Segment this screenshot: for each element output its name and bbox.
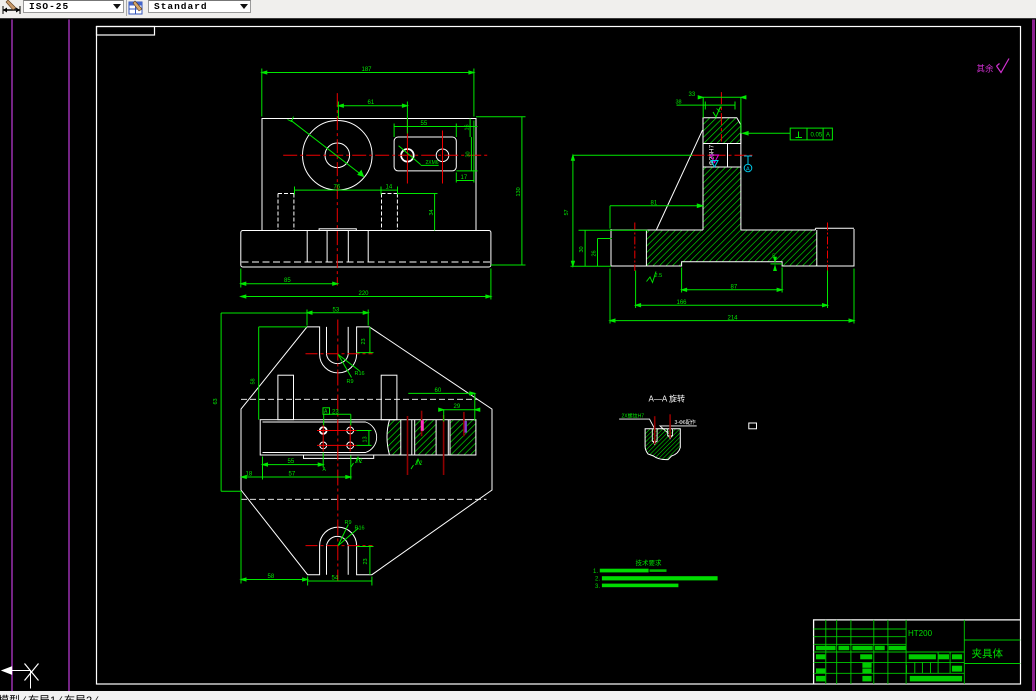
svg-text:23: 23: [361, 338, 367, 344]
svg-text:76: 76: [334, 185, 341, 191]
svg-text:2.5: 2.5: [655, 273, 663, 279]
svg-text:33: 33: [689, 92, 696, 98]
svg-text:29: 29: [454, 404, 461, 410]
svg-text:16: 16: [465, 124, 471, 130]
svg-text:55: 55: [421, 121, 428, 127]
svg-text:53: 53: [333, 307, 340, 313]
svg-text:34: 34: [429, 209, 435, 215]
svg-text:214: 214: [728, 315, 739, 321]
svg-text:夹具体: 夹具体: [972, 647, 1004, 660]
svg-text:2.: 2.: [595, 577, 600, 583]
svg-text:3-Φ6配作: 3-Φ6配作: [675, 419, 696, 426]
svg-text:R16: R16: [355, 526, 365, 532]
svg-text:61: 61: [368, 100, 375, 106]
svg-text:187: 187: [362, 67, 373, 73]
svg-text:30: 30: [579, 246, 585, 252]
svg-text:30: 30: [466, 151, 472, 157]
svg-text:R9: R9: [345, 520, 352, 526]
svg-text:38: 38: [676, 100, 682, 106]
svg-text:81: 81: [651, 200, 658, 206]
svg-text:23: 23: [332, 409, 339, 415]
svg-text:26: 26: [591, 250, 597, 256]
svg-text:0.05: 0.05: [811, 133, 823, 139]
svg-text:23: 23: [363, 558, 369, 564]
svg-text:58: 58: [250, 378, 256, 384]
svg-text:R16: R16: [355, 371, 365, 377]
svg-text:5: 5: [772, 254, 775, 260]
svg-text:220: 220: [359, 291, 370, 297]
svg-text:A: A: [746, 167, 750, 173]
svg-text:3.2: 3.2: [356, 458, 363, 464]
svg-text:1.: 1.: [593, 569, 598, 575]
svg-text:A—A 旋转: A—A 旋转: [649, 394, 685, 404]
svg-text:13: 13: [362, 436, 368, 442]
svg-text:57: 57: [289, 472, 296, 478]
svg-text:130: 130: [516, 187, 522, 196]
svg-text:54: 54: [332, 575, 339, 581]
svg-text:3.: 3.: [595, 584, 600, 590]
svg-text:R9: R9: [347, 379, 354, 385]
svg-text:63: 63: [213, 398, 219, 404]
svg-text:2X螺纹H7: 2X螺纹H7: [622, 413, 645, 420]
svg-text:技术要求: 技术要求: [636, 558, 663, 567]
svg-text:3.2: 3.2: [416, 460, 423, 466]
svg-text:17: 17: [461, 175, 468, 181]
svg-text:55: 55: [288, 459, 295, 465]
svg-text:A: A: [826, 133, 830, 139]
svg-text:60: 60: [435, 388, 442, 394]
svg-text:57: 57: [564, 209, 570, 215]
svg-text:2XM6: 2XM6: [426, 160, 439, 166]
svg-text:166: 166: [677, 300, 688, 306]
svg-text:58: 58: [268, 574, 275, 580]
svg-text:14: 14: [386, 185, 393, 191]
svg-text:其余: 其余: [977, 64, 995, 74]
svg-text:A: A: [323, 467, 327, 473]
svg-text:18: 18: [246, 472, 253, 478]
svg-text:HT200: HT200: [908, 629, 933, 638]
svg-text:87: 87: [731, 285, 738, 291]
svg-text:85: 85: [284, 278, 291, 284]
